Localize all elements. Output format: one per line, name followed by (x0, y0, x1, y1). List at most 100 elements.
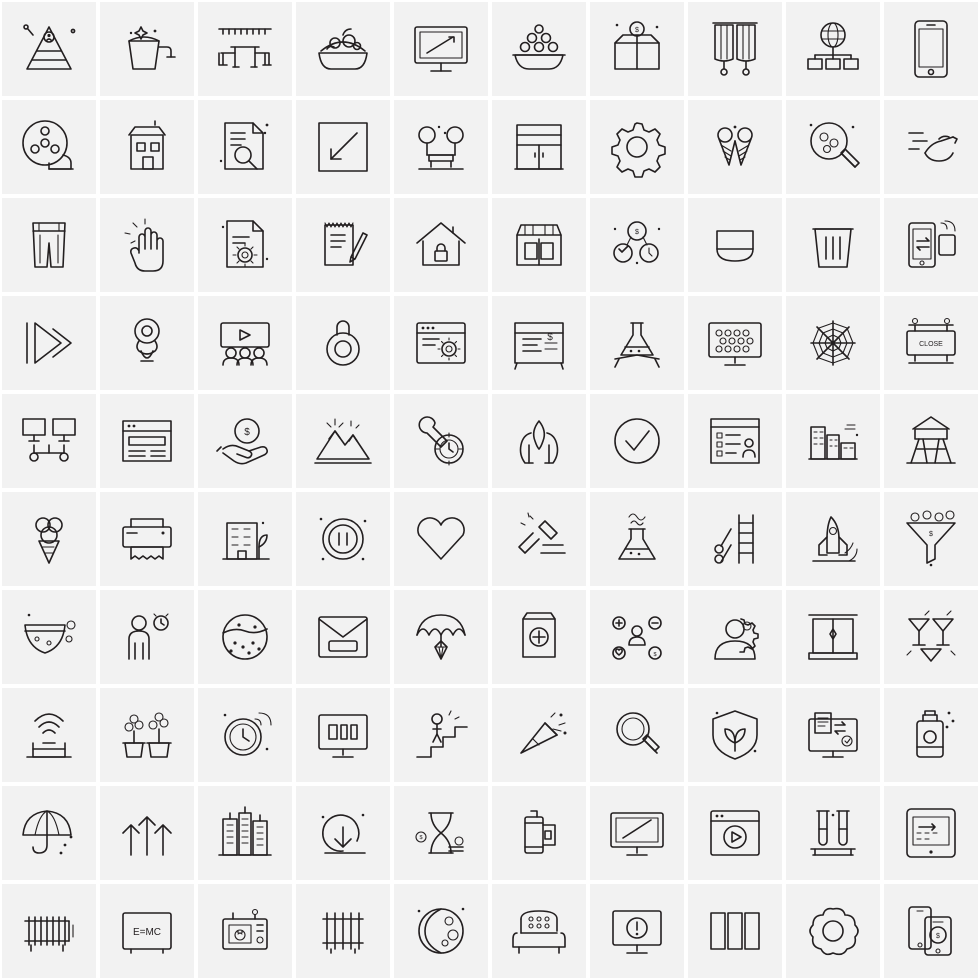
icon-cell-document-search[interactable] (196, 98, 294, 196)
icon-cell-wifi-signal-device[interactable] (0, 686, 98, 784)
icon-cell-magnifying-glass[interactable] (588, 686, 686, 784)
icon-cell-moon-crater[interactable] (392, 882, 490, 980)
icon-cell-printer-receipt[interactable] (98, 490, 196, 588)
icon-cell-notebook-pen[interactable] (294, 196, 392, 294)
icon-cell-heating-radiator[interactable] (294, 882, 392, 980)
icon-cell-cafe-table-umbrella[interactable] (196, 0, 294, 98)
icon-cell-mobile-data-transfer[interactable] (882, 196, 980, 294)
icon-cell-pause-button-circle[interactable] (294, 490, 392, 588)
icon-cell-potted-plants[interactable] (98, 686, 196, 784)
icon-cell-hand-move-gesture[interactable] (98, 196, 196, 294)
icon-cell-person-stairs-success[interactable] (392, 686, 490, 784)
icon-cell-chemical-reaction-flask[interactable] (588, 490, 686, 588)
icon-cell-ice-cream-cone[interactable] (0, 490, 98, 588)
icon-cell-market-shop[interactable] (490, 196, 588, 294)
icon-cell-mountain-peak[interactable] (294, 392, 392, 490)
icon-cell-wrench-gear-clock[interactable] (392, 392, 490, 490)
icon-cell-microwave-oven[interactable] (196, 882, 294, 980)
icon-cell-eco-shield-leaf[interactable] (686, 686, 784, 784)
icon-cell-donation-money-box[interactable]: $ (588, 0, 686, 98)
icon-cell-trash-bin[interactable] (784, 196, 882, 294)
icon-cell-global-network[interactable] (784, 0, 882, 98)
icon-cell-close-sign-board[interactable]: CLOSE (882, 294, 980, 392)
icon-cell-person-alarm[interactable] (98, 588, 196, 686)
icon-cell-spider-web[interactable] (784, 294, 882, 392)
icon-cell-ladder-scissors[interactable] (686, 490, 784, 588)
icon-cell-party-popper[interactable] (490, 686, 588, 784)
icon-cell-spray-paint-can[interactable] (882, 686, 980, 784)
icon-cell-film-reel[interactable] (0, 98, 98, 196)
icon-cell-smart-clock[interactable] (196, 686, 294, 784)
icon-cell-video-webinar[interactable] (196, 294, 294, 392)
icon-cell-double-curtain[interactable] (686, 0, 784, 98)
icon-cell-layout-columns[interactable] (686, 882, 784, 980)
icon-cell-document-settings[interactable] (196, 196, 294, 294)
icon-cell-test-tubes-rack[interactable] (784, 784, 882, 882)
icon-cell-monitor-grid-dots[interactable] (686, 294, 784, 392)
icon-cell-city-buildings[interactable] (784, 392, 882, 490)
icon-cell-open-envelope[interactable] (294, 588, 392, 686)
icon-cell-office-building-plant[interactable] (196, 490, 294, 588)
icon-cell-umbrella-diamond[interactable] (392, 588, 490, 686)
icon-cell-window-frame[interactable] (784, 588, 882, 686)
icon-cell-check-circle[interactable] (588, 392, 686, 490)
icon-cell-skyscrapers[interactable] (196, 784, 294, 882)
icon-cell-salad-bowl[interactable] (294, 0, 392, 98)
icon-cell-cabinet-cupboard[interactable] (490, 98, 588, 196)
icon-cell-hand-speed-lines[interactable] (882, 98, 980, 196)
icon-cell-camera-film-roll[interactable] (490, 784, 588, 882)
icon-cell-heart-outline[interactable] (392, 490, 490, 588)
icon-cell-medical-supply-bag[interactable] (490, 588, 588, 686)
icon-cell-two-ice-cream-cones[interactable] (686, 98, 784, 196)
icon-cell-eraser[interactable] (686, 196, 784, 294)
icon-cell-auction-gavel[interactable] (490, 490, 588, 588)
icon-cell-baby-pacifier[interactable] (98, 294, 196, 392)
icon-cell-flower-gear[interactable] (784, 882, 882, 980)
icon-cell-resize-box-arrow[interactable] (294, 98, 392, 196)
icon-cell-armchair-sofa[interactable] (490, 882, 588, 980)
icon-cell-building-house[interactable] (98, 98, 196, 196)
icon-cell-browser-window[interactable] (98, 392, 196, 490)
icon-cell-play-forward[interactable] (0, 294, 98, 392)
icon-cell-computer-screen[interactable] (588, 784, 686, 882)
icon-cell-fruit-bowl-stack[interactable] (490, 0, 588, 98)
icon-cell-rocket-launch[interactable] (784, 490, 882, 588)
icon-cell-hourglass-money[interactable]: $ (392, 784, 490, 882)
icon-cell-network-computers[interactable] (0, 392, 98, 490)
icon-cell-magnifier-coins[interactable] (784, 98, 882, 196)
icon-cell-caring-hands-ribbon[interactable] (490, 392, 588, 490)
icon-cell-user-settings-gear[interactable] (686, 588, 784, 686)
icon-cell-secure-home[interactable] (392, 196, 490, 294)
icon-cell-cleaning-bucket[interactable] (98, 0, 196, 98)
icon-cell-jeans-trousers[interactable] (0, 196, 98, 294)
icon-cell-smartphone[interactable] (882, 0, 980, 98)
icon-cell-open-umbrella[interactable] (0, 784, 98, 882)
icon-cell-browser-settings[interactable] (392, 294, 490, 392)
icon-cell-hierarchy-pyramid[interactable] (0, 0, 98, 98)
icon-cell-cookie[interactable] (196, 588, 294, 686)
icon-cell-price-board-dollar[interactable]: $ (490, 294, 588, 392)
icon-cell-download-arrow-circle[interactable] (294, 784, 392, 882)
icon-cell-mobile-payment[interactable]: $ (882, 882, 980, 980)
icon-cell-cocktail-glasses[interactable] (882, 588, 980, 686)
icon-cell-watchtower[interactable] (882, 392, 980, 490)
icon-cell-growth-arrows-up[interactable] (98, 784, 196, 882)
icon-cell-radiator-heater[interactable] (0, 882, 98, 980)
icon-cell-lab-flask-stand[interactable] (588, 294, 686, 392)
icon-cell-money-time-management[interactable]: $ (588, 196, 686, 294)
icon-cell-settings-gear[interactable] (588, 98, 686, 196)
icon-cell-physics-formula-board[interactable]: E=MC (98, 882, 196, 980)
icon-cell-padlock-round[interactable] (294, 294, 392, 392)
icon-cell-user-profile-list[interactable] (686, 392, 784, 490)
icon-cell-baby-diaper[interactable] (0, 588, 98, 686)
icon-cell-park-bench-trees[interactable] (392, 98, 490, 196)
icon-cell-money-funnel[interactable]: $ (882, 490, 980, 588)
icon-cell-hand-dollar-coin[interactable]: $ (196, 392, 294, 490)
icon-cell-desktop-monitor[interactable] (392, 0, 490, 98)
icon-cell-monitor-document-transfer[interactable] (784, 686, 882, 784)
icon-cell-monitor-alert[interactable] (588, 882, 686, 980)
icon-cell-social-media-user[interactable]: $ (588, 588, 686, 686)
icon-cell-video-player-browser[interactable] (686, 784, 784, 882)
icon-cell-monitor-blocks[interactable] (294, 686, 392, 784)
icon-cell-tablet-dotted-path[interactable] (882, 784, 980, 882)
